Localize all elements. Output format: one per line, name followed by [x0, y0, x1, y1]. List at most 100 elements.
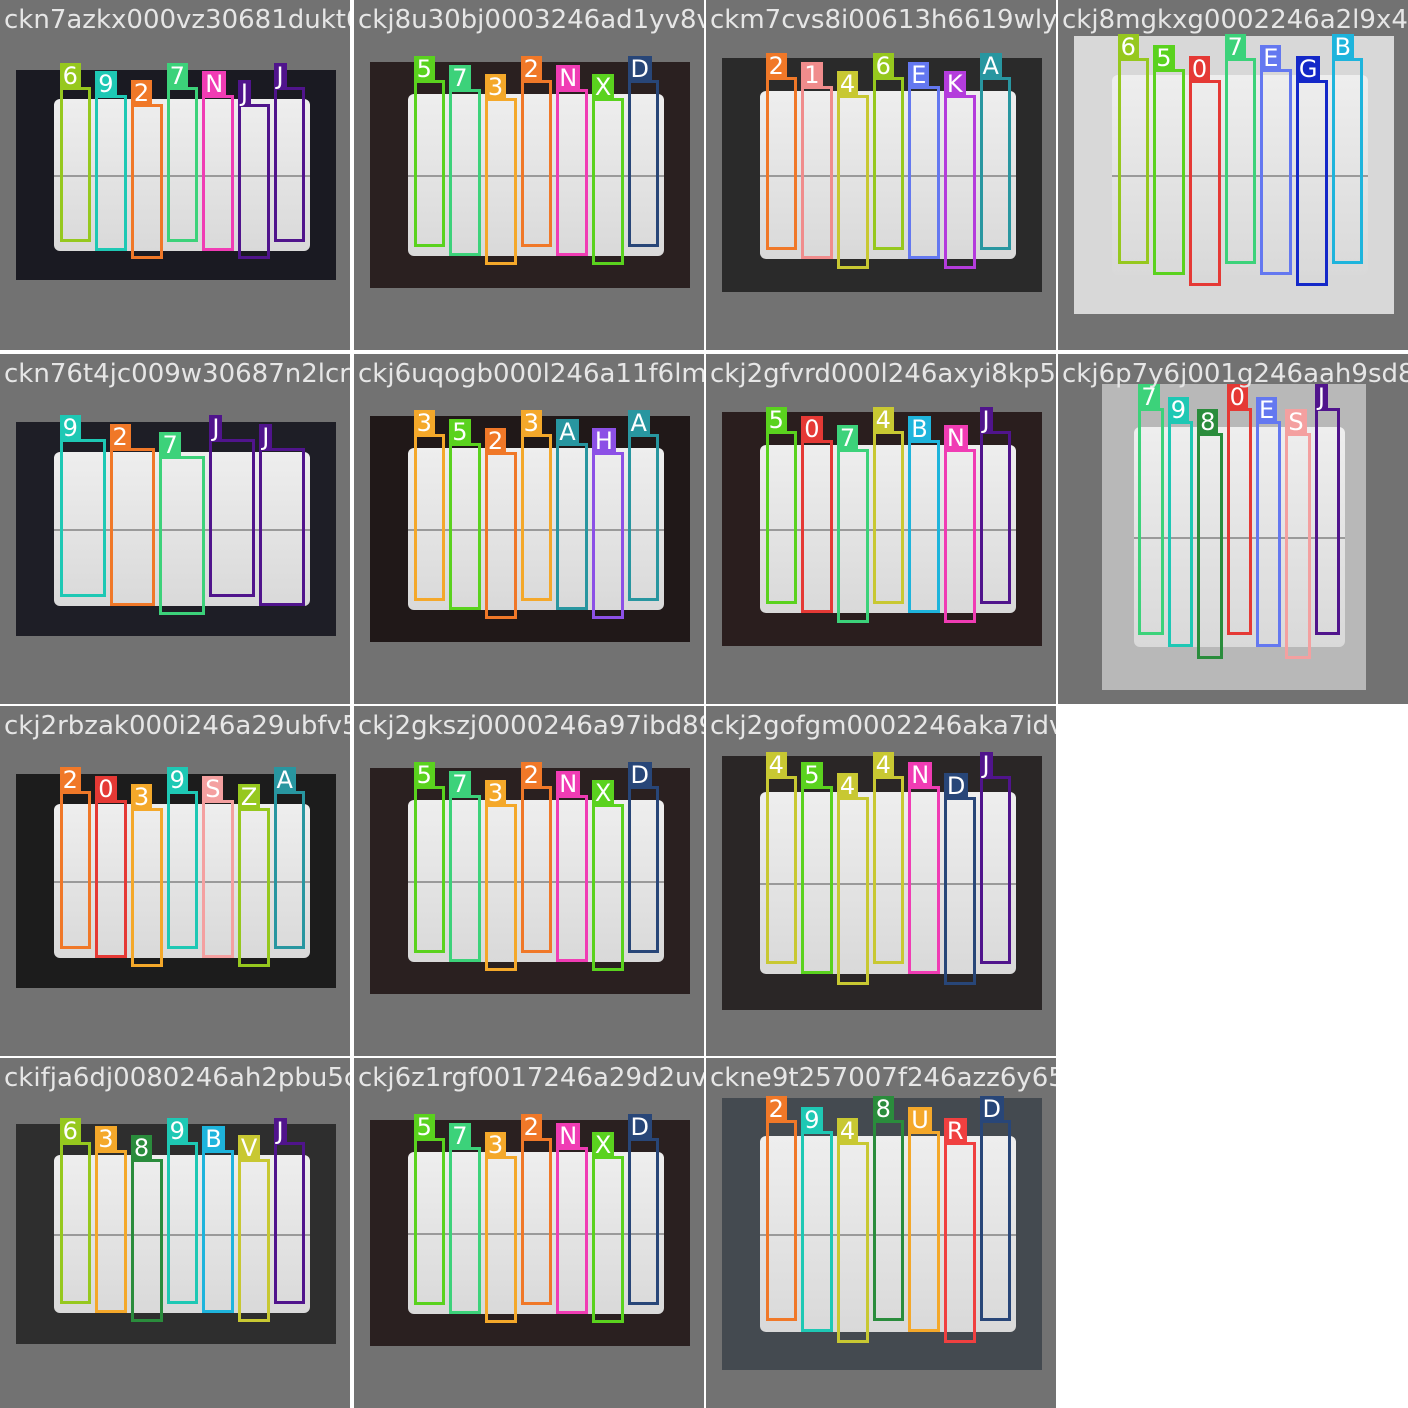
detection-label: X — [591, 1132, 615, 1159]
detection-box — [259, 447, 306, 607]
tile-filename: ckm7cvs8i00613h6619wlyc3c.png — [710, 5, 1056, 35]
image-tile: ckj2gfvrd000l246axyi8kp5x.png 5074BNJ — [706, 354, 1056, 704]
detection-box — [237, 1159, 270, 1322]
image-tile: ckj6z1rgf0017246a29d2uvj8.jpeg 5732NXD — [354, 1058, 704, 1408]
detection-box — [520, 80, 553, 248]
detection-label: 4 — [836, 772, 859, 799]
image-tile: ckj8u30bj0003246ad1yv8vtg.png 5732NXD — [354, 0, 704, 350]
detection-label: S — [1285, 408, 1307, 435]
detection-label: 3 — [130, 784, 153, 811]
detection-label: 3 — [95, 1126, 117, 1153]
detection-label: D — [627, 762, 653, 789]
detection-label: 1 — [801, 62, 823, 89]
detection-label: 4 — [765, 752, 787, 779]
detection-label: B — [202, 1126, 225, 1153]
image-tile: ckne9t257007f246azz6y65h1.jpeg2948URD — [706, 1058, 1056, 1408]
detection-label: Z — [237, 784, 261, 811]
detection-label: 2 — [130, 79, 153, 106]
detection-label: 4 — [836, 71, 859, 98]
detection-box — [1188, 80, 1221, 287]
detection-box — [943, 796, 976, 985]
image-tile: ckifja6dj0080246ah2pbu5c7.jpeg 6389BVJ — [0, 1058, 350, 1408]
detection-box — [1226, 408, 1252, 635]
detection-box — [59, 86, 92, 243]
detection-label: E — [908, 62, 930, 89]
detection-box — [237, 103, 270, 259]
detection-box — [979, 430, 1012, 604]
detection-label: 3 — [484, 74, 507, 101]
detection-box — [627, 786, 660, 954]
detection-label: 2 — [765, 1095, 787, 1122]
detection-box — [484, 1156, 517, 1324]
detection-label: 0 — [1188, 56, 1211, 83]
detection-label: J — [259, 423, 273, 450]
detection-box — [59, 439, 106, 598]
detection-box — [413, 434, 446, 602]
detection-box — [166, 86, 199, 243]
detection-box — [943, 1141, 976, 1343]
detection-label: 2 — [109, 423, 131, 450]
detection-label: 8 — [872, 1095, 894, 1122]
tile-filename: ckj2rbzak000i246a29ubfv5x.jpeg — [4, 711, 350, 741]
detection-label: 7 — [449, 65, 471, 92]
detection-label: 3 — [413, 410, 435, 437]
image-tile: ckj2rbzak000i246a29ubfv5x.jpeg 2039SZA — [0, 706, 350, 1056]
detection-box — [556, 443, 588, 611]
detection-label: 5 — [765, 406, 787, 433]
tile-filename: ckj8u30bj0003246ad1yv8vtg.png — [358, 5, 704, 35]
image-tile: ckm7cvs8i00613h6619wlyc3c.png 2146EKA — [706, 0, 1056, 350]
image-tile: ckj6p7y6j001g246aah9sd8u 7 9 8 0 E S J — [1058, 354, 1408, 704]
detection-box — [801, 86, 833, 260]
detection-box — [130, 1159, 163, 1322]
image-tile: ckn7azkx000vz30681dukt0g8.jpeg6927NJJ — [0, 0, 350, 350]
detection-box — [872, 430, 905, 604]
detection-label: J — [209, 415, 223, 442]
detection-box — [95, 95, 127, 251]
detection-label: 9 — [95, 71, 117, 98]
detection-box — [591, 98, 624, 266]
detection-label: D — [943, 772, 969, 799]
detection-box — [166, 1141, 199, 1305]
detection-box — [979, 776, 1012, 965]
detection-box — [836, 449, 869, 623]
detection-box — [556, 1147, 588, 1315]
mosaic-grid: ckn7azkx000vz30681dukt0g8.jpeg6927NJJckj… — [0, 0, 1408, 1408]
detection-label: B — [908, 416, 931, 443]
detection-box — [413, 1138, 446, 1306]
detection-label: E — [1255, 396, 1278, 423]
tile-filename: ckj6p7y6j001g246aah9sd8u — [1062, 359, 1408, 389]
detection-label: 6 — [1117, 34, 1139, 61]
tile-filename: ckj6uqogb000l246a11f6lmsy.jpeg — [358, 359, 704, 389]
detection-box — [520, 1138, 553, 1306]
detection-box — [484, 98, 517, 266]
detection-box — [765, 430, 798, 604]
detection-label: 4 — [872, 406, 894, 433]
detection-box — [95, 799, 127, 959]
detection-label: K — [943, 71, 966, 98]
detection-label: J — [979, 752, 993, 779]
image-tile: ckj8mgkxg0002246a2l9x47k 6 5 0 7 E G B — [1058, 0, 1408, 350]
detection-box — [484, 804, 517, 972]
image-tile: ckn76t4jc009w30687n2lcrv6.jpeg 9 2 7 J J — [0, 354, 350, 704]
tile-filename: ckj2gofgm0002246aka7idva2.png — [710, 711, 1056, 741]
detection-label: 3 — [484, 1132, 507, 1159]
detection-box — [95, 1150, 127, 1314]
detection-label: B — [1331, 34, 1354, 61]
detection-box — [627, 434, 660, 602]
detection-box — [130, 103, 163, 259]
detection-box — [159, 456, 206, 615]
detection-label: 7 — [1224, 34, 1246, 61]
detection-label: 4 — [836, 1117, 859, 1144]
detection-box — [59, 1141, 92, 1305]
detection-box — [591, 804, 624, 972]
detection-label: V — [237, 1135, 261, 1162]
detection-box — [872, 1119, 905, 1322]
detection-label: 5 — [449, 419, 471, 446]
tile-filename: ckn7azkx000vz30681dukt0g8.jpeg — [4, 5, 350, 35]
detection-box — [484, 452, 517, 620]
tile-filename: ckj2gkszj0000246a97ibd89g.jpeg — [358, 711, 704, 741]
detection-label: A — [556, 419, 579, 446]
detection-label: 7 — [449, 1123, 471, 1150]
detection-box — [273, 1141, 306, 1305]
detection-label: J — [273, 62, 287, 89]
